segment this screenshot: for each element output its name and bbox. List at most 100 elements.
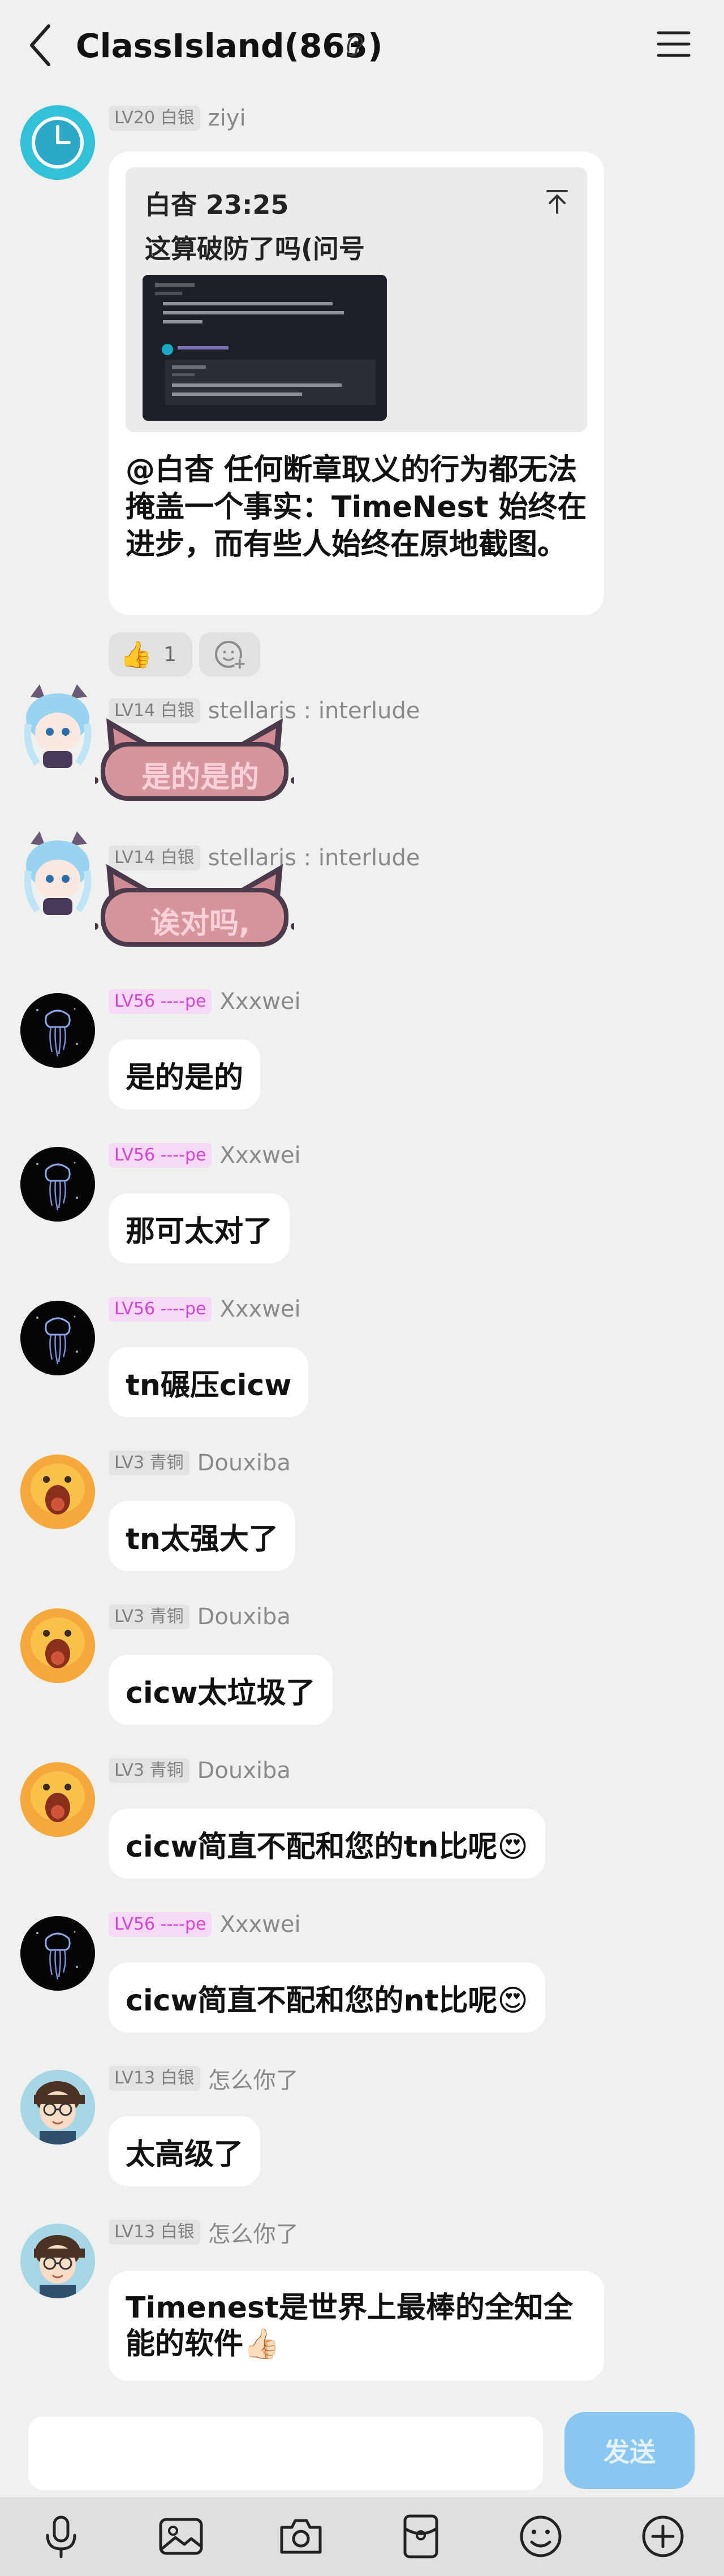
anime-cat-girl-avatar-icon xyxy=(24,831,92,915)
message-bubble[interactable]: Timenest是世界上最棒的全知全能的软件👍🏻 xyxy=(109,2271,604,2381)
avatar[interactable] xyxy=(20,1762,95,1837)
message-input[interactable] xyxy=(28,2417,543,2490)
image-icon[interactable] xyxy=(157,2513,205,2560)
input-toolbar xyxy=(0,2497,724,2576)
message-text: cicw太垃圾了 xyxy=(126,1676,316,1710)
level-badge: LV56 ----pe xyxy=(109,989,212,1014)
back-arrow-icon[interactable] xyxy=(24,21,58,69)
sender-name[interactable]: 怎么你了 xyxy=(208,2062,299,2095)
message-bubble[interactable]: cicw简直不配和您的tn比呢😍 xyxy=(109,1809,545,1879)
top-bar: ClassIsland(863) xyxy=(0,0,724,90)
level-badge: LV56 ----pe xyxy=(109,1297,212,1322)
sender-meta: LV56 ----pe Xxxwei xyxy=(109,1142,301,1168)
sender-name[interactable]: Douxiba xyxy=(197,1758,291,1784)
ear-icon xyxy=(347,35,363,57)
message-bubble[interactable]: cicw简直不配和您的nt比呢😍 xyxy=(109,1962,545,2033)
plus-icon[interactable] xyxy=(639,2513,687,2560)
reply-text: @白杳 任何断章取义的行为都无法掩盖一个事实：TimeNest 始终在进步，而有… xyxy=(126,453,587,562)
shocked-face-avatar-icon xyxy=(20,1762,95,1837)
clock-avatar-icon xyxy=(20,105,95,180)
sender-name[interactable]: Douxiba xyxy=(197,1604,291,1630)
shocked-face-avatar-icon xyxy=(20,1608,95,1683)
sender-meta: LV3 青铜 Douxiba xyxy=(109,1450,291,1476)
sender-meta: LV56 ----pe Xxxwei xyxy=(109,989,301,1015)
message-text: Timenest是世界上最棒的全知全能的软件👍🏻 xyxy=(126,2291,573,2361)
avatar[interactable] xyxy=(20,1608,95,1683)
jellyfish-avatar-icon xyxy=(20,1147,95,1222)
avatar[interactable] xyxy=(20,2224,95,2298)
level-badge: LV13 白银 xyxy=(109,2220,200,2245)
add-emoji-icon xyxy=(215,641,245,670)
boy-glasses-avatar-icon xyxy=(20,2224,95,2298)
message-text: 太高级了 xyxy=(126,2137,244,2172)
level-badge: LV56 ----pe xyxy=(109,1143,212,1168)
message-text: 是的是的 xyxy=(126,1060,244,1095)
message-text: 那可太对了 xyxy=(126,1214,273,1249)
quoted-text: 这算破防了吗(问号 xyxy=(145,234,365,264)
message-bubble[interactable]: 是的是的 xyxy=(109,1039,261,1110)
message-bubble[interactable]: 那可太对了 xyxy=(109,1193,290,1263)
thumbs-up-icon: 👍 xyxy=(120,638,153,670)
composer: 发送 xyxy=(0,2401,724,2497)
chat-title: ClassIsland(863) xyxy=(76,27,383,65)
anime-cat-girl-avatar-icon xyxy=(24,684,92,768)
sender-meta: LV56 ----pe Xxxwei xyxy=(109,1911,301,1938)
message-bubble[interactable]: tn太强大了 xyxy=(109,1501,295,1571)
level-badge: LV56 ----pe xyxy=(109,1912,212,1937)
jump-to-top-icon[interactable] xyxy=(544,188,570,215)
sender-meta: LV3 青铜 Douxiba xyxy=(109,1604,291,1630)
avatar[interactable] xyxy=(20,684,95,768)
cat-ear-bubble[interactable]: 是的是的 xyxy=(95,718,294,809)
sender-meta: LV20 白银 ziyi xyxy=(109,105,246,131)
reaction-thumbs-up[interactable]: 👍 1 xyxy=(109,632,192,676)
level-badge: LV20 白银 xyxy=(109,106,200,131)
add-reaction-button[interactable] xyxy=(199,632,260,676)
avatar[interactable] xyxy=(20,1916,95,1991)
emoji-icon[interactable] xyxy=(517,2513,564,2560)
sender-meta: LV56 ----pe Xxxwei xyxy=(109,1296,301,1322)
sender-name[interactable]: Xxxwei xyxy=(219,1911,300,1938)
message-bubble[interactable]: 太高级了 xyxy=(109,2116,261,2186)
sender-meta: LV13 白银 怎么你了 xyxy=(109,2219,299,2247)
jellyfish-avatar-icon xyxy=(20,993,95,1068)
avatar[interactable] xyxy=(20,993,95,1068)
message-text: 诶对吗, xyxy=(150,907,250,940)
shocked-face-avatar-icon xyxy=(20,1455,95,1529)
sender-name[interactable]: Xxxwei xyxy=(219,1142,300,1168)
camera-icon[interactable] xyxy=(277,2513,325,2560)
avatar[interactable] xyxy=(20,831,95,915)
jellyfish-avatar-icon xyxy=(20,1301,95,1375)
cat-ear-bubble[interactable]: 诶对吗, xyxy=(95,864,294,955)
avatar[interactable] xyxy=(20,1455,95,1529)
level-badge: LV13 白银 xyxy=(109,2066,200,2091)
sender-name[interactable]: Xxxwei xyxy=(219,989,300,1015)
avatar[interactable] xyxy=(20,1147,95,1222)
avatar[interactable] xyxy=(20,2070,95,2144)
jellyfish-avatar-icon xyxy=(20,1916,95,1991)
mic-icon[interactable] xyxy=(37,2513,85,2560)
message-bubble[interactable]: tn碾压cicw xyxy=(109,1347,309,1417)
sender-name[interactable]: Douxiba xyxy=(197,1450,291,1476)
sender-name[interactable]: ziyi xyxy=(208,105,246,131)
sender-meta: LV13 白银 怎么你了 xyxy=(109,2065,299,2094)
avatar[interactable] xyxy=(20,1301,95,1375)
avatar[interactable] xyxy=(20,105,95,180)
reaction-count: 1 xyxy=(163,642,177,666)
red-packet-icon[interactable] xyxy=(397,2513,445,2560)
quoted-screenshot-image[interactable] xyxy=(143,275,387,421)
message-text: cicw简直不配和您的tn比呢😍 xyxy=(126,1829,528,1864)
sender-name[interactable]: 怎么你了 xyxy=(208,2216,299,2249)
reply-bubble[interactable]: 白杳 23:25 这算破防了吗(问号 @白杳 任何断章取义的行为都无法掩盖一个事… xyxy=(109,152,604,615)
boy-glasses-avatar-icon xyxy=(20,2070,95,2144)
message-text: tn碾压cicw xyxy=(126,1368,292,1403)
level-badge: LV3 青铜 xyxy=(109,1451,189,1475)
quoted-message[interactable]: 白杳 23:25 这算破防了吗(问号 xyxy=(126,167,587,432)
quoted-sender: 白杳 23:25 xyxy=(145,189,289,220)
menu-icon[interactable] xyxy=(656,27,691,61)
send-button[interactable]: 发送 xyxy=(564,2412,695,2489)
level-badge: LV3 青铜 xyxy=(109,1758,189,1783)
message-bubble[interactable]: cicw太垃圾了 xyxy=(109,1655,333,1725)
sender-name[interactable]: Xxxwei xyxy=(219,1296,300,1322)
message-text: cicw简直不配和您的nt比呢😍 xyxy=(126,1983,528,2018)
screenshot-thumbnail xyxy=(143,275,387,421)
